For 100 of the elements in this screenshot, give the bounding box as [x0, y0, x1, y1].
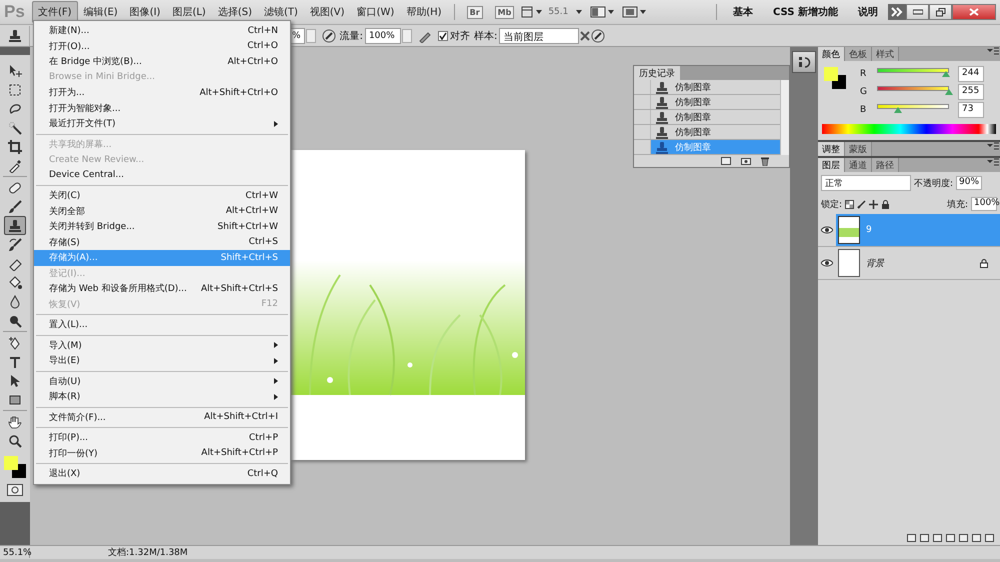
flow-field[interactable]: 100% — [364, 28, 401, 44]
screen-mode-icon — [622, 6, 638, 18]
history-brush-icon — [8, 238, 22, 252]
stamp-icon — [655, 140, 669, 154]
panel-tab[interactable]: 路径 — [872, 158, 899, 172]
menu-item[interactable]: 图像(I) — [124, 1, 166, 23]
menu-item[interactable]: 关闭全部 Alt+Ctrl+W — [34, 204, 290, 219]
menu-item[interactable]: 图层(L) — [166, 1, 212, 23]
slider-thumb[interactable] — [942, 71, 950, 77]
panel-tab[interactable]: 通道 — [845, 158, 872, 172]
menu-item: Browse in Mini Bridge... — [48, 71, 156, 84]
close-button[interactable] — [952, 4, 996, 20]
double-chevron-icon — [888, 4, 906, 20]
menu-item[interactable]: 最近打开文件(T) — [34, 116, 290, 132]
menu-item[interactable]: 关闭(C) Ctrl+W — [34, 188, 290, 204]
menu-item[interactable]: 退出(X) Ctrl+Q — [34, 466, 290, 482]
menu-item[interactable]: 脚本(R) — [34, 389, 290, 404]
menu-item[interactable]: 新建(N)... Ctrl+N — [34, 23, 290, 38]
layer-row[interactable]: 背景 — [836, 247, 1000, 279]
menu-item[interactable]: 打印(P)... Ctrl+P — [34, 430, 290, 446]
panel-tab[interactable]: 图层 — [818, 158, 845, 172]
submenu-arrow-icon — [274, 358, 278, 364]
color-swatches-drawing — [2, 454, 28, 480]
menu-item: 登记(I)... — [48, 268, 86, 281]
stamp-icon — [655, 80, 669, 94]
tool-button[interactable] — [4, 216, 26, 235]
camera-icon — [741, 157, 751, 165]
panel-menu-icon — [986, 142, 1000, 150]
menu-item[interactable]: 存储(S) Ctrl+S — [34, 234, 290, 250]
caret-icon — [536, 10, 542, 14]
restore-button[interactable] — [929, 4, 952, 20]
fill-field[interactable]: 100% — [971, 197, 997, 211]
channel-value-field[interactable]: 255 — [958, 84, 984, 100]
history-panel-button[interactable] — [792, 51, 816, 73]
panel-tab[interactable]: 蒙版 — [845, 142, 872, 156]
history-item[interactable]: 仿制图章 — [651, 110, 780, 124]
menu-item[interactable]: 窗口(W) — [350, 1, 400, 23]
workspace-button[interactable]: CSS 新增功能 — [773, 5, 838, 19]
menu-item[interactable]: 选择(S) — [212, 1, 258, 23]
history-item-label: 仿制图章 — [675, 112, 711, 124]
menu-item[interactable]: 自动(U) — [34, 374, 290, 389]
menu-item[interactable]: 编辑(E) — [78, 1, 124, 23]
channel-value-field[interactable]: 244 — [958, 66, 984, 82]
history-item-label: 仿制图章 — [675, 96, 711, 108]
history-item[interactable]: 仿制图章 — [651, 80, 780, 94]
menu-item[interactable]: 帮助(H) — [400, 1, 448, 23]
opacity-field[interactable]: 90% — [956, 176, 982, 190]
panel-tab[interactable]: 颜色 — [818, 47, 845, 61]
zoom-icon — [8, 434, 22, 448]
workspace-button[interactable]: 说明 — [858, 5, 878, 19]
bandage-icon — [8, 180, 22, 194]
menu-item[interactable]: 打印一份(Y) Alt+Shift+Ctrl+P — [34, 446, 290, 461]
menu-item[interactable]: 打开为智能对象... — [34, 100, 290, 116]
menu-item[interactable]: 导出(E) — [34, 353, 290, 368]
zoom-level[interactable]: 55.1 — [548, 7, 568, 17]
opacity-label: 不透明度: — [914, 178, 954, 190]
workspace-button[interactable]: 基本 — [733, 5, 754, 19]
align-checkbox[interactable] — [438, 30, 448, 40]
align-label: 对齐 — [450, 30, 470, 42]
menu-item[interactable]: 存储为 Web 和设备所用格式(D)... Alt+Shift+Ctrl+S — [34, 281, 290, 296]
menu-item[interactable]: 关闭并转到 Bridge... Shift+Ctrl+W — [34, 219, 290, 234]
panel-tab[interactable]: 色板 — [845, 47, 872, 61]
history-item[interactable]: 仿制图章 — [651, 125, 780, 139]
submenu-arrow-icon — [274, 394, 278, 400]
menu-item[interactable]: 置入(L)... — [34, 317, 290, 332]
channel-label: B — [860, 105, 868, 115]
channel-label: G — [860, 87, 868, 97]
channel-value-field[interactable]: 73 — [958, 102, 984, 118]
minimize-button[interactable] — [906, 4, 929, 20]
menu-item[interactable]: 导入(M) — [34, 338, 290, 353]
color-spectrum[interactable] — [822, 124, 996, 134]
dodge-icon — [8, 314, 22, 328]
bridge-button[interactable]: Br — [466, 6, 483, 18]
zoom-field[interactable]: 55.1% — [0, 548, 30, 558]
panel-tab[interactable]: 历史记录 — [634, 66, 680, 80]
panel-tab[interactable]: 样式 — [872, 47, 899, 61]
marquee-icon — [8, 82, 22, 96]
menu-item[interactable]: 文件简介(F)... Alt+Shift+Ctrl+I — [34, 410, 290, 425]
panel-tab[interactable]: 调整 — [818, 142, 845, 156]
trash-icon — [761, 156, 769, 166]
menu-item[interactable]: 视图(V) — [304, 1, 351, 23]
stamp-icon — [655, 110, 669, 124]
slider-thumb[interactable] — [894, 107, 902, 113]
menu-item[interactable]: 在 Bridge 中浏览(B)... Alt+Ctrl+O — [34, 54, 290, 70]
lasso-icon — [8, 102, 22, 116]
document-size: 文档:1.32M/1.38M — [108, 546, 188, 559]
sample-label: 样本: — [474, 30, 498, 42]
blend-mode-dropdown[interactable]: 正常 — [821, 175, 911, 191]
menu-item[interactable]: 打开(O)... Ctrl+O — [34, 38, 290, 54]
lock-icon — [980, 258, 988, 268]
mini-bridge-button[interactable]: Mb — [494, 6, 514, 18]
history-item[interactable]: 仿制图章 — [651, 95, 780, 109]
scrollbar[interactable] — [780, 80, 789, 155]
sample-dropdown[interactable]: 当前图层 — [499, 28, 580, 44]
menu-item[interactable]: 打开为... Alt+Shift+Ctrl+O — [34, 85, 290, 100]
menu-item[interactable]: 滤镜(T) — [258, 1, 304, 23]
quick-mask-icon — [7, 484, 23, 496]
menu-item[interactable]: Device Central... — [34, 168, 290, 183]
minimize-icon — [912, 9, 922, 15]
lock-label: 锁定: — [821, 198, 842, 210]
